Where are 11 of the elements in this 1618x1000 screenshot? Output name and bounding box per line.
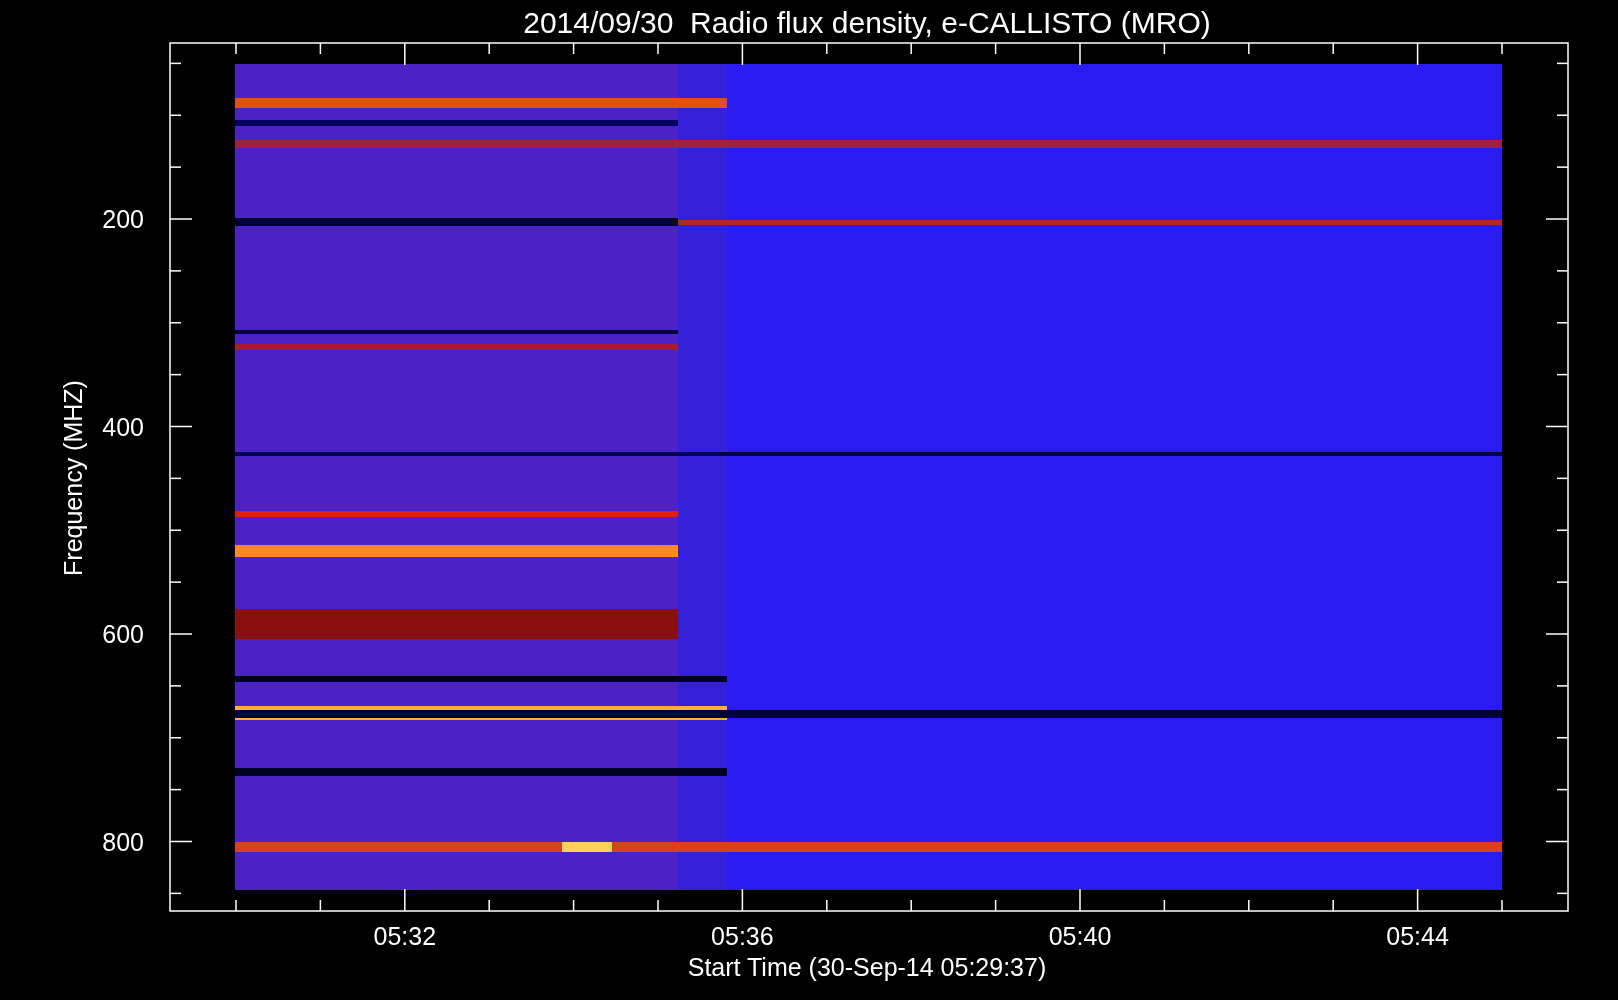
x-tick-label: 05:32 [373, 922, 437, 950]
x-tick-label: 05:40 [1048, 922, 1112, 950]
y-axis-label: Frequency (MHZ) [59, 380, 87, 576]
chart-title: 2014/09/30 Radio flux density, e-CALLISTO (MRO) [523, 6, 1211, 39]
y-tick-label: 400 [102, 412, 144, 441]
y-tick-label: 800 [102, 827, 144, 856]
x-axis-label: Start Time (30-Sep-14 05:29:37) [687, 953, 1047, 981]
y-tick-label: 600 [102, 620, 144, 648]
x-tick-label: 05:44 [1386, 922, 1449, 950]
y-tick-label: 200 [102, 205, 144, 233]
x-tick-label: 05:36 [711, 922, 774, 950]
